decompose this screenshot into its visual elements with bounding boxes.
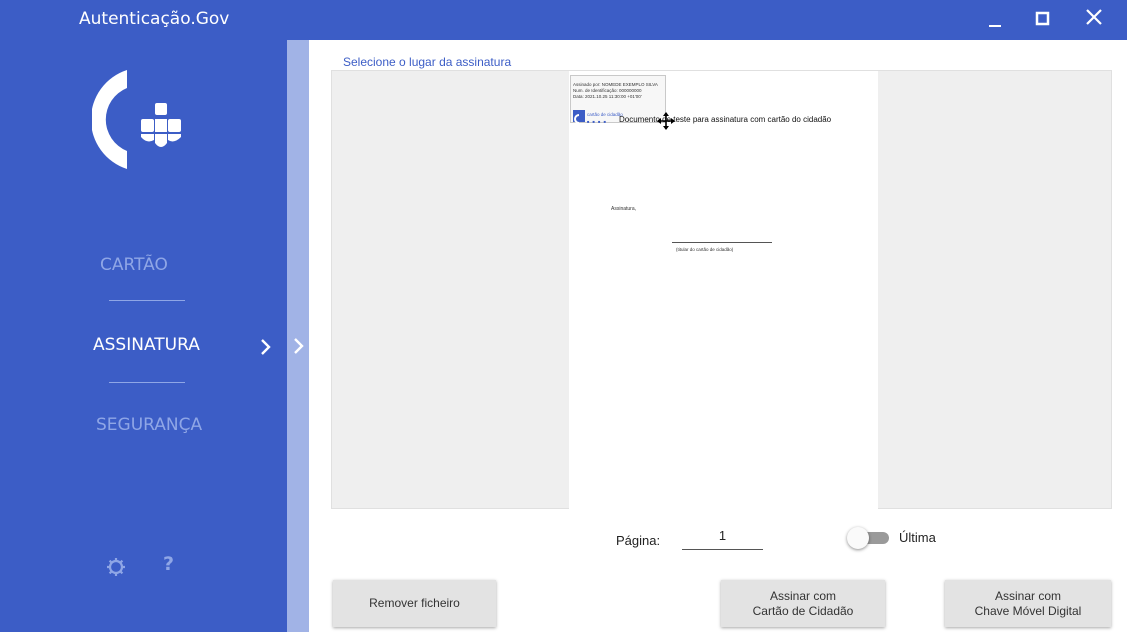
window-title: Autenticação.Gov bbox=[79, 9, 230, 29]
page-title: Selecione o lugar da assinatura bbox=[343, 55, 512, 69]
last-page-label: Última bbox=[899, 530, 936, 545]
document-heading: Documento de teste para assinatura com c… bbox=[619, 115, 832, 124]
signature-preview-text: Assinado por: NOMEDE EXEMPLO SILVA bbox=[573, 82, 658, 87]
sidebar-item-label: SEGURANÇA bbox=[96, 415, 203, 435]
settings-button[interactable] bbox=[105, 556, 127, 578]
sidebar-item-seguranca[interactable]: SEGURANÇA bbox=[0, 412, 287, 442]
signature-logo-dots: ■ ■ ■ ■ bbox=[587, 119, 607, 124]
signature-preview-text: Num. de Identificação: 000000000 bbox=[573, 88, 642, 93]
signature-logo-text: cartão de cidadão bbox=[587, 112, 623, 117]
sign-cc-button[interactable]: Assinar com Cartão de Cidadão bbox=[721, 580, 885, 627]
document-preview[interactable]: Assinado por: NOMEDE EXEMPLO SILVA Num. … bbox=[331, 70, 1112, 509]
page-label: Página: bbox=[616, 533, 661, 548]
signature-line bbox=[672, 242, 772, 243]
sidebar: CARTÃO ASSINATURA SEGURANÇA ? bbox=[0, 40, 287, 632]
last-page-toggle[interactable] bbox=[847, 527, 889, 549]
app-logo bbox=[92, 70, 181, 169]
sidebar-item-cartao[interactable]: CARTÃO bbox=[0, 252, 287, 282]
document-page[interactable]: Assinado por: NOMEDE EXEMPLO SILVA Num. … bbox=[569, 71, 878, 509]
close-icon bbox=[1086, 9, 1102, 25]
sidebar-stripe bbox=[287, 40, 309, 632]
minimize-icon bbox=[989, 25, 1001, 27]
maximize-button[interactable] bbox=[1029, 6, 1057, 34]
sign-cmd-label-line2: Chave Móvel Digital bbox=[974, 603, 1082, 618]
close-button[interactable] bbox=[1081, 6, 1109, 34]
help-button[interactable]: ? bbox=[163, 553, 185, 579]
remove-file-button[interactable]: Remover ficheiro bbox=[333, 580, 496, 627]
remove-file-label: Remover ficheiro bbox=[369, 596, 460, 610]
signer-caption: (titular do cartão de cidadão) bbox=[676, 247, 734, 252]
sidebar-item-assinatura[interactable]: ASSINATURA bbox=[0, 332, 287, 362]
signature-preview-text: Data: 2021.10.25 11:30:00 +01'00' bbox=[573, 94, 642, 99]
sign-cc-label-line2: Cartão de Cidadão bbox=[752, 603, 854, 618]
chevron-right-icon bbox=[294, 338, 304, 354]
maximize-icon bbox=[1035, 11, 1050, 26]
sidebar-divider bbox=[109, 382, 185, 383]
sign-cmd-label-line1: Assinar com bbox=[994, 588, 1062, 603]
signature-logo bbox=[573, 110, 585, 124]
chevron-right-icon bbox=[261, 339, 271, 355]
help-icon: ? bbox=[163, 553, 175, 575]
sign-cc-label-line1: Assinar com bbox=[769, 588, 837, 603]
gear-icon bbox=[107, 558, 125, 576]
sidebar-item-label: CARTÃO bbox=[100, 255, 168, 275]
sign-cmd-button[interactable]: Assinar com Chave Móvel Digital bbox=[945, 580, 1111, 627]
title-bar: Autenticação.Gov bbox=[0, 0, 1127, 40]
move-cursor-icon bbox=[657, 112, 675, 130]
signature-label: Assinatura, bbox=[611, 206, 637, 212]
toggle-knob bbox=[847, 527, 869, 549]
page-number-input[interactable]: 1 bbox=[682, 524, 763, 550]
sidebar-divider bbox=[109, 300, 185, 301]
minimize-button[interactable] bbox=[982, 6, 1010, 34]
sidebar-item-label: ASSINATURA bbox=[93, 335, 200, 355]
